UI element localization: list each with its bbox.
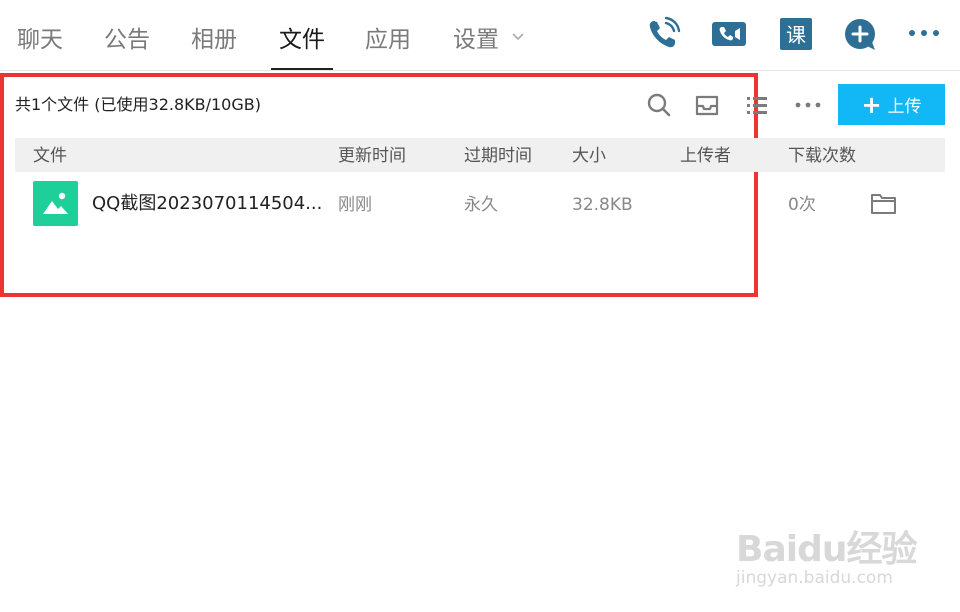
file-name[interactable]: QQ截图2023070114504... — [92, 192, 322, 216]
chevron-down-icon[interactable] — [511, 30, 525, 44]
tab-files[interactable]: 文件 — [279, 24, 325, 56]
file-summary: 共1个文件 (已使用32.8KB/10GB) — [15, 95, 261, 114]
active-tab-indicator — [271, 68, 333, 70]
tab-announcement[interactable]: 公告 — [104, 24, 150, 56]
inbox-icon[interactable] — [694, 92, 720, 118]
file-expires: 永久 — [464, 195, 498, 215]
open-folder-icon[interactable] — [870, 192, 897, 216]
column-header-size[interactable]: 大小 — [572, 138, 606, 174]
file-updated: 刚刚 — [338, 195, 372, 215]
watermark-url: jingyan.baidu.com — [736, 568, 893, 588]
column-header-uploader[interactable]: 上传者 — [680, 138, 731, 174]
plus-icon: + — [861, 90, 882, 119]
tab-apps[interactable]: 应用 — [365, 24, 411, 56]
column-header-file[interactable]: 文件 — [33, 138, 67, 174]
image-file-icon — [33, 181, 78, 226]
upload-label: 上传 — [887, 97, 922, 117]
top-tab-bar: 聊天 公告 相册 文件 应用 设置 课 — [0, 0, 960, 71]
add-circle-icon[interactable] — [843, 16, 879, 52]
file-table-header: 文件 更新时间 过期时间 大小 上传者 下载次数 — [15, 138, 945, 172]
table-row[interactable]: QQ截图2023070114504... 刚刚 永久 32.8KB 0次 — [15, 176, 945, 232]
more-icon[interactable] — [906, 16, 942, 52]
tab-chat[interactable]: 聊天 — [17, 24, 63, 56]
svg-text:课: 课 — [786, 23, 806, 47]
list-view-icon[interactable] — [744, 92, 770, 118]
watermark-main: Baidu经验 — [736, 529, 917, 570]
column-header-downloads[interactable]: 下载次数 — [788, 138, 856, 174]
course-icon[interactable]: 课 — [779, 16, 815, 52]
phone-call-icon[interactable] — [645, 16, 681, 52]
watermark: Baidu经验 jingyan.baidu.com — [736, 508, 946, 596]
video-call-icon[interactable] — [711, 16, 747, 52]
upload-button[interactable]: + 上传 — [838, 84, 945, 125]
file-downloads: 0次 — [788, 195, 816, 215]
tab-album[interactable]: 相册 — [191, 24, 237, 56]
file-size: 32.8KB — [572, 195, 633, 215]
column-header-expires[interactable]: 过期时间 — [464, 138, 532, 174]
search-icon[interactable] — [646, 92, 672, 118]
tab-settings[interactable]: 设置 — [453, 24, 499, 56]
column-header-updated[interactable]: 更新时间 — [338, 138, 406, 174]
more-options-icon[interactable] — [795, 92, 821, 118]
